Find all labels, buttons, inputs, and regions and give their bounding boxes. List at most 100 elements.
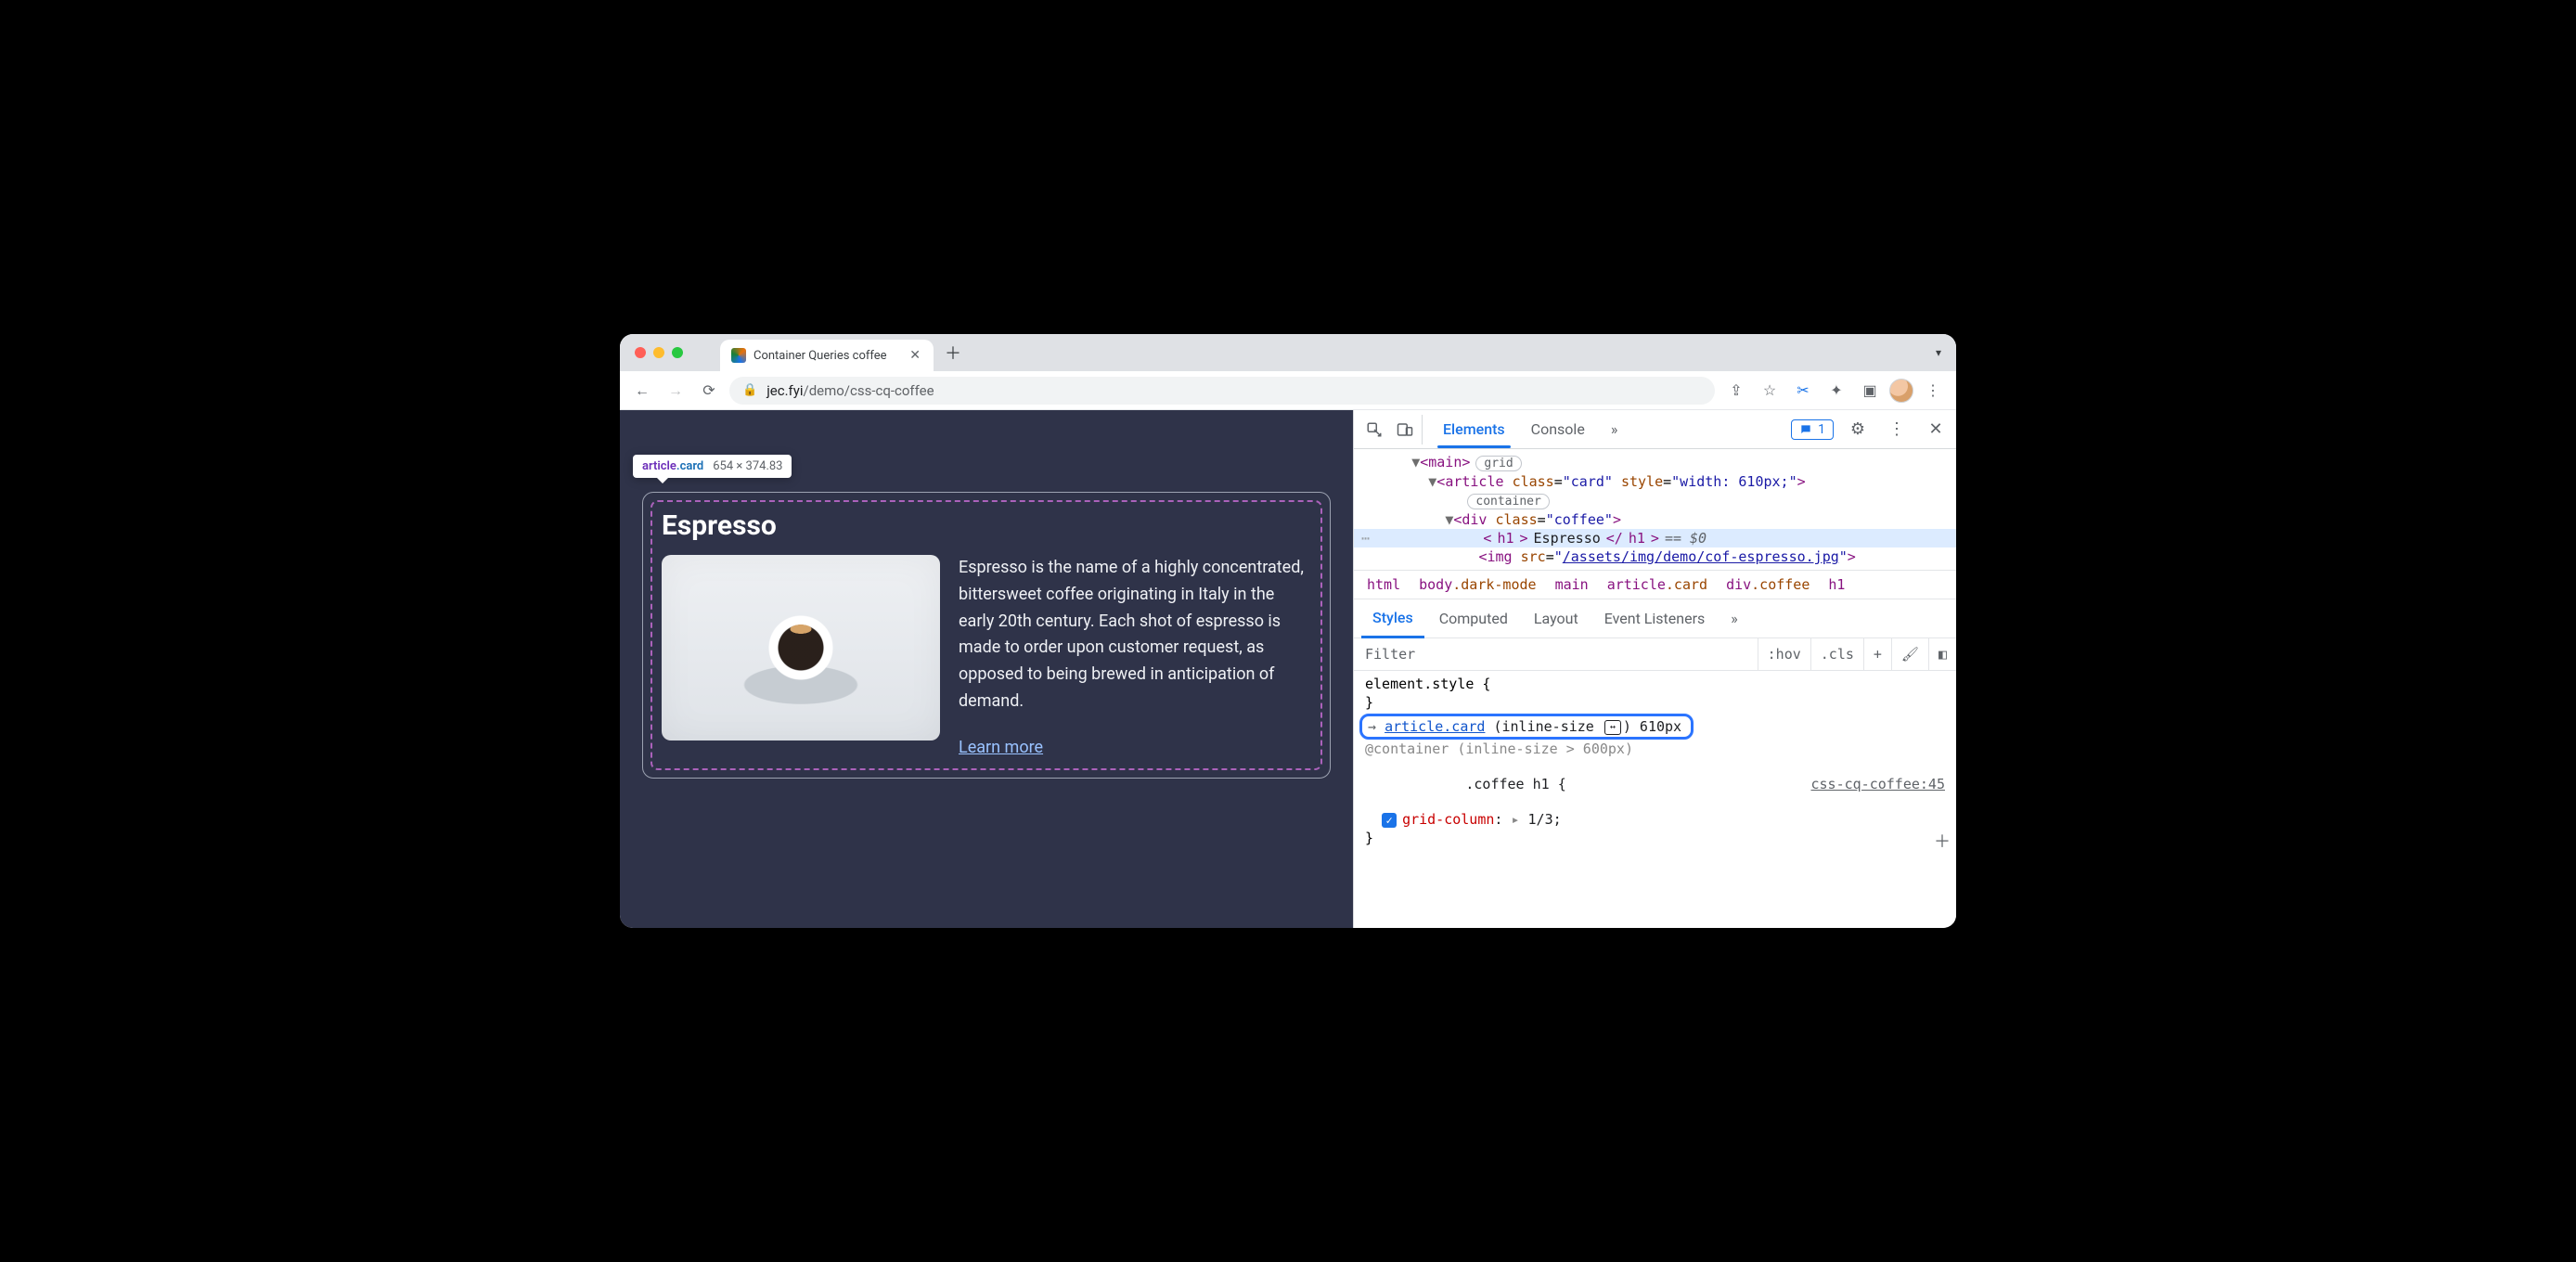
styles-body[interactable]: element.style { } → article.card (inline… <box>1354 671 1956 855</box>
tab-overflow[interactable]: » <box>1600 411 1629 447</box>
grid-column-decl[interactable]: ✓grid-column: ▸ 1/3; <box>1365 810 1945 829</box>
dom-line-article[interactable]: ▼<article class="card" style="width: 610… <box>1354 472 1956 491</box>
dom-h1-text: Espresso <box>1534 530 1601 547</box>
container-at-rule: @container (inline-size > 600px) <box>1365 740 1945 758</box>
window-fullscreen-button[interactable] <box>672 347 683 358</box>
address-toolbar: ← → ⟳ 🔒 jec.fyi/demo/css-cq-coffee ⇪ ☆ ✂… <box>620 371 1956 410</box>
dom-line-h1[interactable]: ⋯ <h1>Espresso</h1> == $0 <box>1354 529 1956 547</box>
add-declaration-button[interactable]: ＋ <box>1928 827 1956 855</box>
brush-icon[interactable]: 🖌 <box>1891 638 1928 670</box>
forward-button[interactable]: → <box>663 378 689 404</box>
dom-line-main[interactable]: ▼<main>grid <box>1354 453 1956 472</box>
titlebar: Container Queries coffee ✕ ＋ ▾ <box>620 334 1956 371</box>
issues-count: 1 <box>1818 422 1825 437</box>
dom-line-img[interactable]: <img src="/assets/img/demo/cof-espresso.… <box>1354 547 1956 566</box>
new-style-button[interactable]: + <box>1863 638 1891 670</box>
address-bar[interactable]: 🔒 jec.fyi/demo/css-cq-coffee <box>729 377 1715 405</box>
cq-arrow-icon: → <box>1368 718 1376 735</box>
cq-open: (inline-size <box>1493 718 1593 735</box>
grid-badge[interactable]: grid <box>1475 456 1521 471</box>
dom-line-div[interactable]: ▼<div class="coffee"> <box>1354 510 1956 529</box>
crumb-main[interactable]: main <box>1555 576 1589 593</box>
coffee-h1-rule[interactable]: css-cq-coffee:45.coffee h1 { <box>1365 758 1945 810</box>
element-style-close: } <box>1365 693 1945 712</box>
issues-badge[interactable]: 1 <box>1791 419 1834 440</box>
extensions-icon[interactable]: ✦ <box>1823 377 1850 405</box>
traffic-lights <box>635 347 683 358</box>
tooltip-dimensions: 654 × 374.83 <box>713 459 782 473</box>
favicon-icon <box>731 348 746 363</box>
back-button[interactable]: ← <box>629 378 655 404</box>
card-body: Espresso is the name of a highly concent… <box>662 555 1311 757</box>
devtools-tabbar: Elements Console » 1 ⚙ ⋮ ✕ <box>1354 410 1956 449</box>
styles-tabs: Styles Computed Layout Event Listeners » <box>1354 599 1956 638</box>
devtools-panel: Elements Console » 1 ⚙ ⋮ ✕ ▼<main>grid <box>1353 410 1956 928</box>
dom-breadcrumb[interactable]: html body.dark-mode main article.card di… <box>1354 570 1956 599</box>
dom-line-article-badge[interactable]: container <box>1354 491 1956 510</box>
source-link[interactable]: css-cq-coffee:45 <box>1811 776 1946 792</box>
cq-close: ) 610px <box>1623 718 1681 735</box>
content-row: article.card 654 × 374.83 Espresso Espre… <box>620 410 1956 928</box>
scissors-icon[interactable]: ✂︎ <box>1789 377 1817 405</box>
window-chevron-icon[interactable]: ▾ <box>1936 346 1947 359</box>
cq-selector-link[interactable]: article.card <box>1385 718 1485 735</box>
styles-tab-styles[interactable]: Styles <box>1361 599 1424 638</box>
dom-tree[interactable]: ▼<main>grid ▼<article class="card" style… <box>1354 449 1956 570</box>
prop-checkbox[interactable]: ✓ <box>1382 813 1397 828</box>
lock-icon: 🔒 <box>742 383 757 397</box>
reload-button[interactable]: ⟳ <box>696 378 722 404</box>
crumb-article[interactable]: article.card <box>1607 576 1707 593</box>
styles-tab-overflow[interactable]: » <box>1719 600 1749 637</box>
coffee-h1-close: } <box>1365 829 1945 847</box>
tab-console[interactable]: Console <box>1520 411 1596 447</box>
devtools-close-icon[interactable]: ✕ <box>1921 415 1951 444</box>
container-badge[interactable]: container <box>1467 494 1549 509</box>
url-path: /demo/css-cq-coffee <box>804 382 934 399</box>
tab-close-button[interactable]: ✕ <box>906 346 924 365</box>
element-tooltip: article.card 654 × 374.83 <box>633 455 792 478</box>
window-close-button[interactable] <box>635 347 646 358</box>
dollar-zero: == $0 <box>1665 530 1707 547</box>
tab-elements[interactable]: Elements <box>1432 411 1516 447</box>
profile-avatar[interactable] <box>1889 379 1913 403</box>
crumb-html[interactable]: html <box>1367 576 1400 593</box>
browser-window: Container Queries coffee ✕ ＋ ▾ ← → ⟳ 🔒 j… <box>620 334 1956 928</box>
crumb-body[interactable]: body.dark-mode <box>1419 576 1536 593</box>
tooltip-selector-tag: article <box>642 459 676 473</box>
tooltip-selector-class: .card <box>676 459 703 473</box>
styles-tab-computed[interactable]: Computed <box>1428 600 1519 637</box>
toolbar-right: ⇪ ☆ ✂︎ ✦ ▣ ⋮ <box>1722 377 1947 405</box>
rendered-page: article.card 654 × 374.83 Espresso Espre… <box>620 410 1353 928</box>
crumb-div[interactable]: div.coffee <box>1726 576 1810 593</box>
browser-tab[interactable]: Container Queries coffee ✕ <box>720 340 934 371</box>
styles-filter-input[interactable]: Filter <box>1354 638 1758 670</box>
dom-line-dots: ⋯ <box>1361 530 1372 547</box>
bookmark-icon[interactable]: ☆ <box>1756 377 1784 405</box>
element-style-open[interactable]: element.style { <box>1365 675 1945 693</box>
new-tab-button[interactable]: ＋ <box>941 341 965 365</box>
share-icon[interactable]: ⇪ <box>1722 377 1750 405</box>
learn-more-link[interactable]: Learn more <box>959 738 1043 757</box>
styles-filter-row: Filter :hov .cls + 🖌 ◧ <box>1354 638 1956 671</box>
sidebar-toggle-icon[interactable]: ◧ <box>1928 638 1956 670</box>
inline-size-icon: ↔ <box>1604 720 1621 735</box>
styles-tab-layout[interactable]: Layout <box>1523 600 1590 637</box>
card-description: Espresso is the name of a highly concent… <box>959 555 1311 715</box>
cls-button[interactable]: .cls <box>1810 638 1863 670</box>
container-query-indicator[interactable]: → article.card (inline-size ↔) 610px <box>1359 714 1694 740</box>
expand-icon[interactable]: ▸ <box>1511 811 1519 828</box>
inspect-icon[interactable] <box>1359 415 1389 444</box>
kebab-icon[interactable]: ⋮ <box>1882 415 1912 444</box>
card-title: Espresso <box>662 509 1311 542</box>
card: Espresso Espresso is the name of a highl… <box>642 492 1331 779</box>
window-minimize-button[interactable] <box>653 347 664 358</box>
hov-button[interactable]: :hov <box>1758 638 1810 670</box>
dom-img-src[interactable]: /assets/img/demo/cof-espresso.jpg <box>1563 548 1839 565</box>
styles-tab-events[interactable]: Event Listeners <box>1593 600 1717 637</box>
side-panel-icon[interactable]: ▣ <box>1856 377 1884 405</box>
settings-icon[interactable]: ⚙ <box>1843 415 1873 444</box>
devtools-body: ▼<main>grid ▼<article class="card" style… <box>1354 449 1956 928</box>
crumb-h1[interactable]: h1 <box>1828 576 1845 593</box>
menu-icon[interactable]: ⋮ <box>1919 377 1947 405</box>
device-toggle-icon[interactable] <box>1393 415 1423 444</box>
